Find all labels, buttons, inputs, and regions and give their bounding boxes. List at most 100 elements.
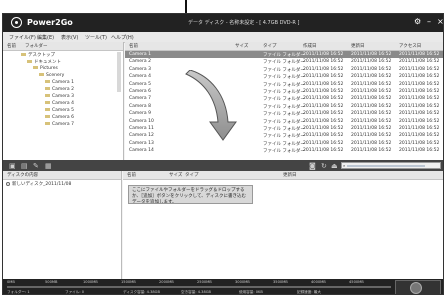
file-header-created[interactable]: 作成日	[303, 43, 317, 49]
burn-icon	[410, 282, 422, 294]
tree-node-camera-2[interactable]: Camera 2	[45, 87, 74, 92]
file-row[interactable]: Camera 4 ファイル フォルダー 2011/11/08 16:52 2011/1…	[125, 73, 443, 80]
drop-hint-text: ここにファイルやフォルダーをドラッグ＆ドロップするか、［追加］ボタンをクリックし…	[132, 188, 246, 204]
file-row[interactable]: Camera 8 ファイル フォルダー 2011/11/08 16:52 2011/1…	[125, 103, 443, 110]
file-cell-accessed: 2011/11/08 16:52	[399, 126, 440, 131]
file-cell-name: Camera 14	[129, 148, 154, 154]
file-cell-name: Camera 13	[129, 140, 154, 146]
file-cell-name: Camera 9	[129, 111, 151, 117]
file-cell-created: 2011/11/08 16:52	[303, 118, 344, 124]
tree-header-name[interactable]: 名前	[7, 43, 16, 49]
tree-header-folder[interactable]: フォルダー	[25, 43, 48, 49]
file-header-name[interactable]: 名前	[129, 43, 138, 49]
capacity-tick-label: 3500MB	[273, 280, 288, 284]
burn-button[interactable]	[395, 280, 441, 294]
file-row[interactable]: Camera 6 ファイル フォルダー 2011/11/08 16:52 2011/1…	[125, 88, 443, 95]
menu-help[interactable]: ヘルプ(H)	[111, 34, 134, 41]
file-row[interactable]: Camera 10 ファイル フォルダー 2011/11/08 16:52 2011/…	[125, 118, 443, 125]
file-row[interactable]: Camera 14 ファイル フォルダー 2011/11/08 16:52 2011/…	[125, 147, 443, 154]
status-item: 空き容量: 4.38GB	[181, 290, 211, 294]
file-row[interactable]: Camera 5 ファイル フォルダー 2011/11/08 16:52 2011/1…	[125, 81, 443, 88]
new-disc-icon[interactable]: ◙	[309, 162, 316, 170]
app-logo-icon	[11, 17, 22, 28]
file-row[interactable]: Camera 12 ファイル フォルダー 2011/11/08 16:52 2011/…	[125, 132, 443, 139]
folder-tree-pane: 名前 フォルダー デスクトップ ドキュメント Pictures Scenery …	[3, 42, 124, 160]
content-header-type[interactable]: タイプ	[185, 172, 199, 178]
file-cell-modified: 2011/11/08 16:52	[351, 148, 392, 154]
menu-tools[interactable]: ツール(T)	[85, 34, 107, 41]
file-cell-type: ファイル フォルダー	[263, 90, 305, 95]
tree-node-camera-5[interactable]: Camera 5	[45, 108, 74, 113]
file-header-type[interactable]: タイプ	[263, 43, 277, 49]
menu-view[interactable]: 表示(V)	[61, 34, 78, 41]
file-cell-accessed: 2011/11/08 16:52	[399, 74, 440, 80]
rename-icon[interactable]: ✎	[33, 162, 39, 170]
file-row[interactable]: Camera 3 ファイル フォルダー 2011/11/08 16:52 2011/1…	[125, 66, 443, 73]
menu-edit[interactable]: 編集(E)	[37, 34, 54, 41]
capacity-tick-label: 1500MB	[121, 280, 136, 284]
file-cell-modified: 2011/11/08 16:52	[351, 118, 392, 124]
eject-icon[interactable]: ⏏	[331, 162, 338, 170]
search-input[interactable]: ⌕	[341, 162, 441, 169]
file-cell-name: Camera 6	[129, 89, 151, 94]
file-cell-created: 2011/11/08 16:52	[303, 148, 344, 154]
file-cell-created: 2011/11/08 16:52	[303, 111, 344, 117]
file-row[interactable]: Camera 13 ファイル フォルダー 2011/11/08 16:52 2011/…	[125, 140, 443, 147]
file-row[interactable]: Camera 7 ファイル フォルダー 2011/11/08 16:52 2011/1…	[125, 95, 443, 102]
capacity-tick-label: 0MB	[7, 280, 15, 284]
file-header-modified[interactable]: 更新日	[351, 43, 365, 49]
file-cell-modified: 2011/11/08 16:52	[351, 103, 392, 109]
capacity-tick-label: 4500MB	[349, 280, 364, 284]
menu-file[interactable]: ファイル(F)	[9, 34, 36, 41]
tree-node-desktop[interactable]: デスクトップ	[21, 52, 55, 58]
add-icon[interactable]: ▣	[9, 162, 16, 170]
capacity-tick-label: 500MB	[45, 280, 58, 284]
tree-node-camera-6[interactable]: Camera 6	[45, 115, 74, 120]
content-header-name[interactable]: 名前	[127, 172, 136, 178]
file-cell-accessed: 2011/11/08 16:52	[399, 111, 440, 117]
tree-node-camera-4[interactable]: Camera 4	[45, 101, 74, 106]
file-row[interactable]: Camera 1 ファイル フォルダー 2011/11/08 16:52 2011/1…	[125, 51, 443, 58]
content-header-size[interactable]: サイズ	[169, 172, 182, 178]
file-cell-accessed: 2011/11/08 16:52	[399, 96, 440, 102]
file-row[interactable]: Camera 2 ファイル フォルダー 2011/11/08 16:52 2011/1…	[125, 58, 443, 65]
remove-icon[interactable]: ▤	[21, 162, 28, 170]
new-folder-icon[interactable]: ▦	[45, 162, 52, 170]
file-cell-name: Camera 7	[129, 96, 151, 102]
disc-column-header: ディスクの内容	[3, 171, 121, 180]
file-cell-name: Camera 1	[129, 52, 151, 57]
file-cell-type: ファイル フォルダー	[263, 119, 305, 125]
content-header-modified[interactable]: 更新日	[283, 172, 297, 178]
file-cell-modified: 2011/11/08 16:52	[351, 111, 392, 117]
file-row[interactable]: Camera 11 ファイル フォルダー 2011/11/08 16:52 2011/…	[125, 125, 443, 132]
file-column-header: 名前 サイズ タイプ 作成日 更新日 アクセス日	[125, 42, 443, 51]
file-header-accessed[interactable]: アクセス日	[399, 43, 421, 49]
file-cell-created: 2011/11/08 16:52	[303, 66, 344, 72]
file-cell-accessed: 2011/11/08 16:52	[399, 89, 440, 94]
tree-node-scenery[interactable]: Scenery	[39, 73, 64, 78]
file-row[interactable]: Camera 9 ファイル フォルダー 2011/11/08 16:52 2011/1…	[125, 110, 443, 117]
tree-node-documents[interactable]: ドキュメント	[27, 59, 61, 65]
capacity-scale: 0MB 500MB 1000MB 1500MB 2000MB 2500MB 3000MB 35…	[7, 280, 387, 285]
file-cell-name: Camera 12	[129, 133, 154, 139]
file-list-pane: 名前 サイズ タイプ 作成日 更新日 アクセス日 Camera 1 ファイル フォ…	[125, 42, 443, 160]
tree-node-camera-3[interactable]: Camera 3	[45, 94, 74, 99]
file-cell-type: ファイル フォルダー	[263, 82, 305, 88]
capacity-tick-label: 2000MB	[159, 280, 174, 284]
tree-node-pictures[interactable]: Pictures	[33, 66, 58, 71]
tree-node-camera-1[interactable]: Camera 1	[45, 80, 74, 85]
disc-root-node[interactable]: 新しいディスク_2011/11/08	[6, 181, 71, 187]
file-cell-modified: 2011/11/08 16:52	[351, 126, 392, 131]
close-icon[interactable]: ×	[437, 17, 443, 26]
file-cell-accessed: 2011/11/08 16:52	[399, 66, 440, 72]
settings-icon[interactable]: ⚙	[414, 17, 421, 26]
status-item: ファイル: 0	[65, 290, 85, 294]
status-item: フォルダー: 1	[7, 290, 30, 294]
minimize-icon[interactable]: –	[427, 17, 431, 26]
tree-scrollbar[interactable]	[117, 52, 121, 92]
tree-node-camera-7[interactable]: Camera 7	[45, 122, 74, 127]
file-cell-accessed: 2011/11/08 16:52	[399, 148, 440, 154]
file-cell-type: ファイル フォルダー	[263, 53, 305, 58]
file-header-size[interactable]: サイズ	[235, 43, 248, 49]
refresh-icon[interactable]: ↻	[321, 162, 327, 170]
